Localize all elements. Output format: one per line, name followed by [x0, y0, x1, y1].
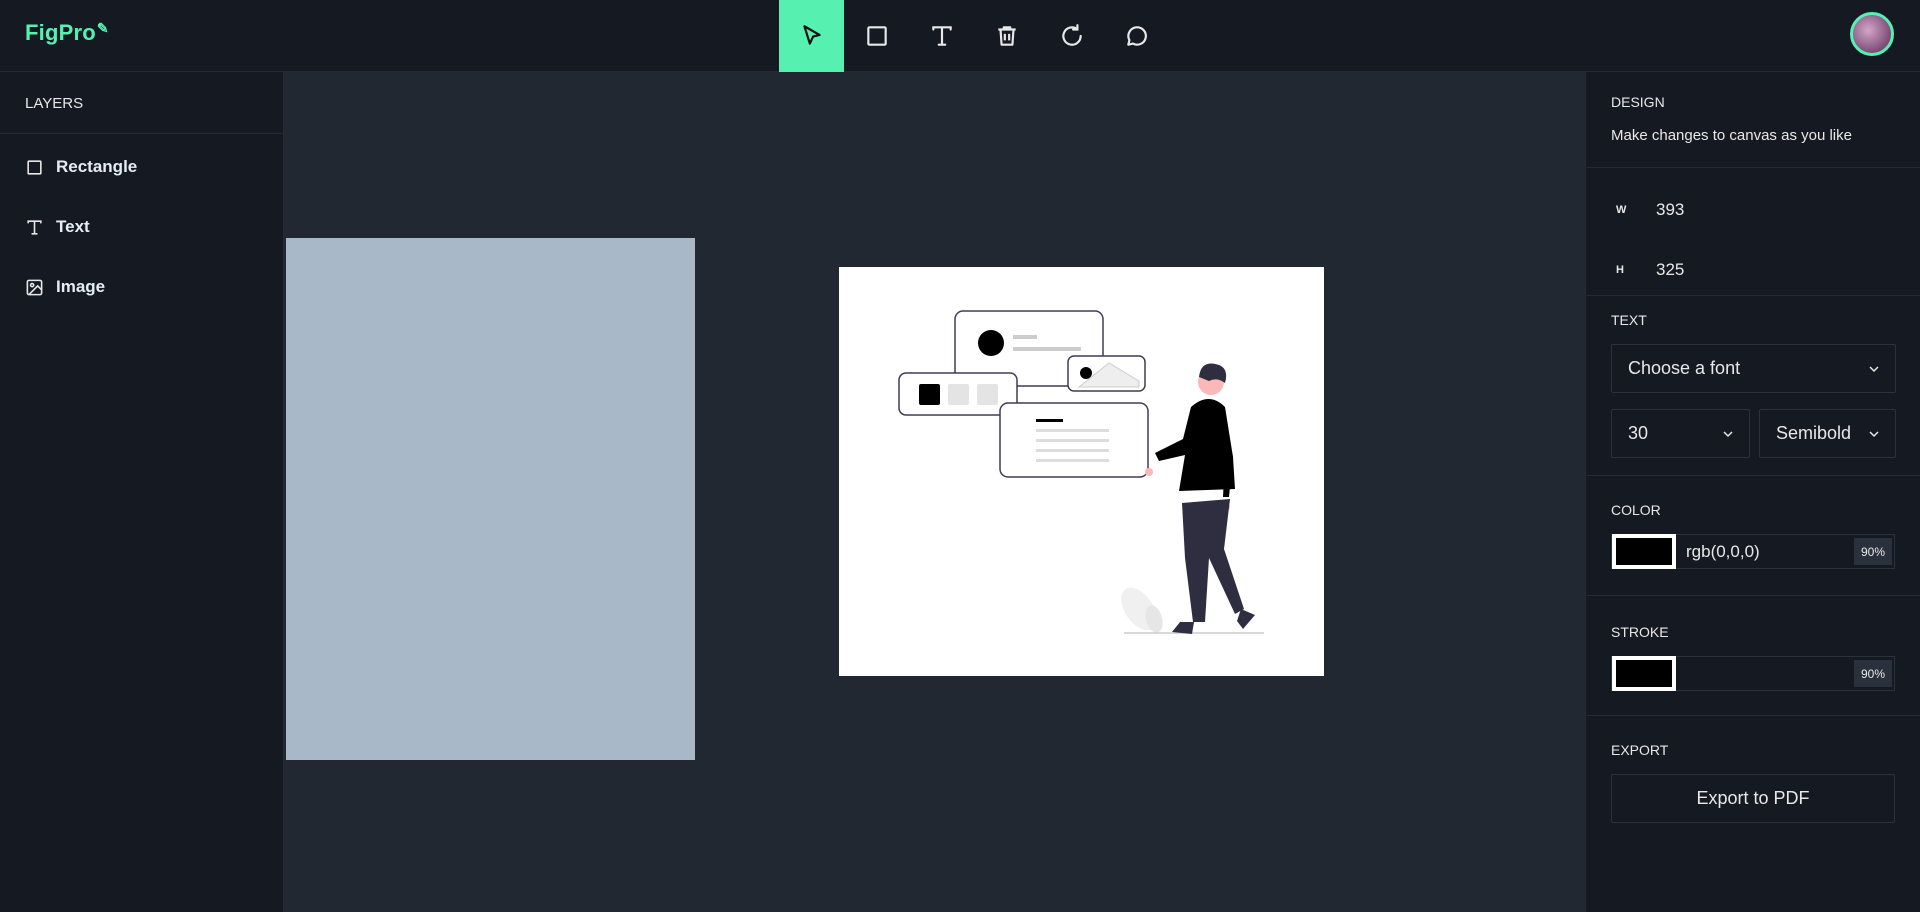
- rectangle-tool-button[interactable]: [844, 0, 909, 72]
- color-value[interactable]: rgb(0,0,0): [1686, 542, 1760, 562]
- font-family-select[interactable]: Choose a font: [1611, 344, 1896, 393]
- font-family-value: Choose a font: [1628, 358, 1741, 378]
- reset-tool-button[interactable]: [1039, 0, 1104, 72]
- dimensions-section: W 393 H 325: [1586, 168, 1920, 296]
- font-size-value: 30: [1628, 423, 1649, 443]
- color-section: COLOR rgb(0,0,0) 90%: [1586, 476, 1920, 596]
- canvas-rectangle[interactable]: [286, 238, 695, 760]
- refresh-icon: [1061, 24, 1082, 46]
- color-input-row: rgb(0,0,0) 90%: [1611, 534, 1895, 569]
- chevron-down-icon: [1869, 366, 1879, 373]
- layer-item-rectangle[interactable]: Rectangle: [0, 137, 283, 197]
- layer-label: Text: [56, 217, 90, 236]
- top-navbar: FigPro✎: [0, 0, 1920, 72]
- toolbar: [779, 0, 1169, 72]
- chevron-down-icon: [1723, 431, 1733, 438]
- user-avatar[interactable]: [1850, 12, 1894, 56]
- color-title: COLOR: [1611, 502, 1661, 518]
- text-tool-button[interactable]: [909, 0, 974, 72]
- stroke-section: STROKE 90%: [1586, 596, 1920, 716]
- font-size-select[interactable]: 30: [1611, 409, 1750, 458]
- text-icon: [931, 26, 952, 46]
- text-title: TEXT: [1611, 312, 1647, 328]
- layer-item-image[interactable]: Image: [0, 257, 283, 317]
- font-weight-value: Semibold: [1776, 423, 1852, 443]
- layer-label: Rectangle: [56, 157, 138, 176]
- color-swatch[interactable]: [1612, 534, 1676, 569]
- height-row: H 325: [1611, 240, 1895, 300]
- stroke-opacity[interactable]: 90%: [1854, 660, 1892, 687]
- square-icon: [866, 26, 887, 46]
- color-opacity[interactable]: 90%: [1854, 538, 1892, 565]
- person-illustration: [898, 310, 1264, 634]
- export-pdf-button[interactable]: Export to PDF: [1611, 774, 1895, 823]
- layers-title: LAYERS: [0, 72, 283, 134]
- select-tool-button[interactable]: [779, 0, 844, 72]
- text-icon: [27, 219, 42, 235]
- logo-text: FigPro: [25, 20, 96, 45]
- design-sidebar: DESIGN Make changes to canvas as you lik…: [1585, 72, 1920, 912]
- design-title: DESIGN: [1611, 94, 1665, 110]
- width-input[interactable]: 393: [1656, 200, 1684, 220]
- height-label: H: [1616, 264, 1624, 276]
- delete-tool-button[interactable]: [974, 0, 1039, 72]
- export-title: EXPORT: [1611, 742, 1669, 758]
- image-icon: [26, 279, 43, 295]
- layer-item-text[interactable]: Text: [0, 197, 283, 257]
- layer-label: Image: [56, 277, 106, 296]
- chevron-down-icon: [1869, 431, 1879, 438]
- square-icon: [27, 159, 42, 175]
- chat-icon: [1126, 26, 1147, 46]
- design-canvas[interactable]: [285, 72, 1585, 912]
- font-weight-select[interactable]: Semibold: [1759, 409, 1896, 458]
- stroke-swatch[interactable]: [1612, 656, 1676, 691]
- pen-icon: ✎: [96, 20, 109, 36]
- export-section: EXPORT Export to PDF: [1586, 716, 1920, 823]
- layers-sidebar: LAYERS Rectangle Text Image: [0, 72, 284, 912]
- height-input[interactable]: 325: [1656, 260, 1684, 280]
- design-subtitle: Make changes to canvas as you like: [1611, 127, 1852, 144]
- width-label: W: [1616, 204, 1627, 216]
- trash-icon: [997, 26, 1016, 46]
- stroke-title: STROKE: [1611, 624, 1669, 640]
- comments-tool-button[interactable]: [1104, 0, 1169, 72]
- app-logo: FigPro✎: [25, 20, 109, 46]
- cursor-icon: [802, 25, 821, 45]
- width-row: W 393: [1611, 180, 1895, 240]
- text-section: TEXT Choose a font 30 Semibold: [1586, 296, 1920, 476]
- canvas-image[interactable]: [839, 267, 1324, 676]
- stroke-input-row: 90%: [1611, 656, 1895, 691]
- design-section: DESIGN Make changes to canvas as you lik…: [1586, 72, 1920, 168]
